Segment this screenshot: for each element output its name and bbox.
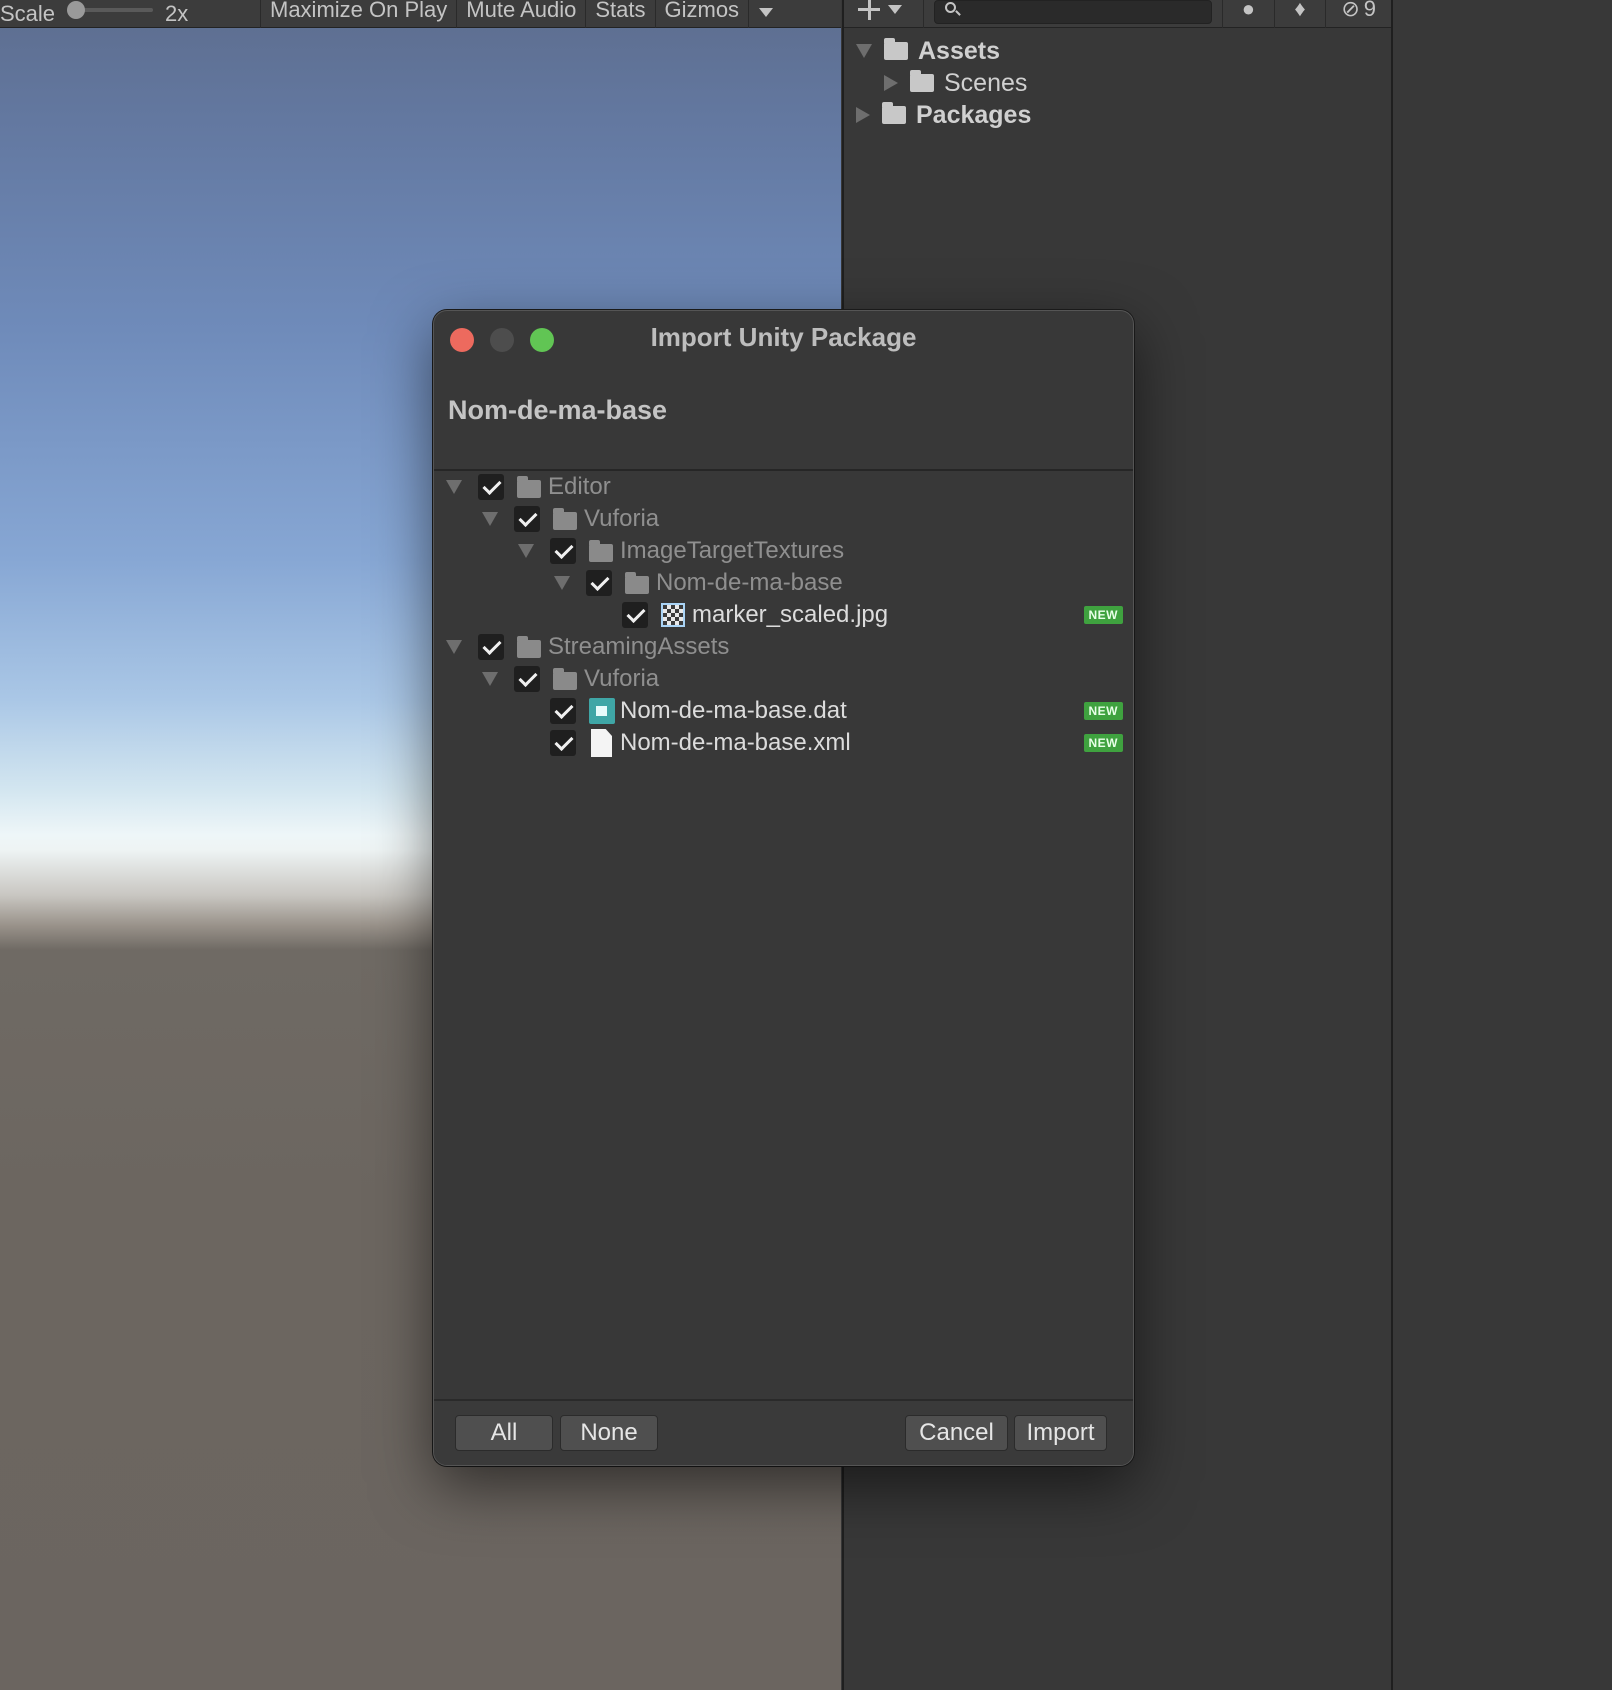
maximize-on-play-toggle[interactable]: Maximize On Play bbox=[260, 0, 456, 28]
chevron-down-icon bbox=[888, 5, 902, 14]
expand-arrow-icon[interactable] bbox=[482, 512, 498, 526]
item-checkbox[interactable] bbox=[586, 570, 612, 596]
tree-item-label: Nom-de-ma-base.xml bbox=[620, 729, 851, 756]
document-file-icon bbox=[591, 729, 612, 757]
expand-arrow-icon[interactable] bbox=[856, 44, 872, 58]
item-checkbox[interactable] bbox=[550, 730, 576, 756]
package-tree-item-streamingassets: StreamingAssets bbox=[434, 631, 1133, 663]
project-tree-item-scenes[interactable]: Scenes bbox=[884, 67, 1027, 99]
scale-control[interactable]: Scale 2x bbox=[0, 0, 260, 28]
folder-open-icon bbox=[884, 38, 908, 60]
video-file-icon bbox=[589, 698, 615, 724]
package-tree-item-imagetargettextures: ImageTargetTextures bbox=[434, 535, 1133, 567]
mute-audio-toggle[interactable]: Mute Audio bbox=[456, 0, 585, 28]
eye-slash-icon: ⊘ bbox=[1341, 0, 1360, 21]
project-toolbar: ● ♦ ⊘ 9 bbox=[844, 0, 1391, 28]
folder-icon bbox=[625, 572, 649, 594]
folder-icon bbox=[553, 668, 577, 690]
game-view-toolbar: Scale 2x Maximize On Play Mute Audio Sta… bbox=[0, 0, 841, 28]
item-checkbox[interactable] bbox=[622, 602, 648, 628]
new-badge: NEW bbox=[1083, 606, 1123, 624]
folder-icon bbox=[517, 636, 541, 658]
scale-label: Scale bbox=[0, 0, 56, 26]
item-checkbox[interactable] bbox=[478, 474, 504, 500]
package-tree-item-editor: Editor bbox=[434, 471, 1133, 503]
package-tree-item-nom-de-ma-base-dat: Nom-de-ma-base.dat NEW bbox=[434, 695, 1133, 727]
create-asset-button[interactable] bbox=[844, 0, 924, 28]
select-none-button[interactable]: None bbox=[560, 1415, 658, 1451]
search-icon bbox=[944, 1, 956, 13]
tree-item-label: Nom-de-ma-base.dat bbox=[620, 697, 847, 724]
expand-arrow-icon[interactable] bbox=[482, 672, 498, 686]
import-unity-package-dialog: Import Unity Package Nom-de-ma-base Edit… bbox=[433, 310, 1134, 1466]
expand-arrow-icon[interactable] bbox=[446, 640, 462, 654]
collapse-arrow-icon[interactable] bbox=[856, 107, 870, 123]
project-tree-item-assets[interactable]: Assets bbox=[856, 35, 1000, 67]
dialog-footer: All None Cancel Import bbox=[434, 1399, 1133, 1465]
hidden-packages-count: 9 bbox=[1363, 0, 1377, 21]
scale-value: 2x bbox=[165, 0, 189, 26]
package-tree-item-nom-de-ma-base-xml: Nom-de-ma-base.xml NEW bbox=[434, 727, 1133, 759]
package-tree-item-nom-de-ma-base: Nom-de-ma-base bbox=[434, 567, 1133, 599]
tree-item-label: Vuforia bbox=[584, 665, 660, 692]
package-tree-item-vuforia: Vuforia bbox=[434, 503, 1133, 535]
item-checkbox[interactable] bbox=[514, 506, 540, 532]
folder-icon bbox=[589, 540, 613, 562]
expand-arrow-icon[interactable] bbox=[446, 480, 462, 494]
package-tree-item-vuforia-2: Vuforia bbox=[434, 663, 1133, 695]
expand-arrow-icon[interactable] bbox=[518, 544, 534, 558]
dialog-header: Nom-de-ma-base bbox=[434, 365, 1133, 481]
search-by-type-button[interactable]: ● bbox=[1221, 0, 1274, 28]
tree-item-label: ImageTargetTextures bbox=[620, 537, 845, 564]
search-by-label-button[interactable]: ♦ bbox=[1273, 0, 1326, 28]
tree-item-label: Editor bbox=[548, 473, 611, 500]
folder-icon bbox=[517, 476, 541, 498]
shapes-icon: ● bbox=[1241, 0, 1255, 21]
texture-image-icon bbox=[661, 603, 685, 627]
dialog-titlebar[interactable]: Import Unity Package bbox=[434, 311, 1133, 365]
stats-toggle[interactable]: Stats bbox=[585, 0, 654, 28]
tree-item-label: StreamingAssets bbox=[548, 633, 730, 660]
tree-item-label: Vuforia bbox=[584, 505, 660, 532]
item-checkbox[interactable] bbox=[550, 698, 576, 724]
folder-icon bbox=[553, 508, 577, 530]
tree-item-label: marker_scaled.jpg bbox=[692, 601, 889, 628]
plus-icon bbox=[858, 0, 880, 20]
folder-icon bbox=[910, 70, 934, 92]
tree-item-label: Assets bbox=[918, 36, 1000, 65]
scale-slider[interactable] bbox=[67, 0, 154, 19]
project-tree-item-packages[interactable]: Packages bbox=[856, 99, 1031, 131]
hidden-packages-button[interactable]: ⊘ 9 bbox=[1325, 0, 1391, 28]
folder-icon bbox=[882, 102, 906, 124]
item-checkbox[interactable] bbox=[514, 666, 540, 692]
chevron-down-icon bbox=[759, 7, 774, 17]
tree-item-label: Packages bbox=[916, 100, 1032, 129]
tag-icon: ♦ bbox=[1294, 0, 1306, 21]
import-button[interactable]: Import bbox=[1014, 1415, 1107, 1451]
collapse-arrow-icon[interactable] bbox=[884, 75, 898, 91]
tree-item-label: Scenes bbox=[944, 68, 1028, 97]
item-checkbox[interactable] bbox=[550, 538, 576, 564]
package-tree-item-marker-scaled-jpg: marker_scaled.jpg NEW bbox=[434, 599, 1133, 631]
tree-item-label: Nom-de-ma-base bbox=[656, 569, 843, 596]
gizmos-toggle[interactable]: Gizmos bbox=[654, 0, 749, 28]
cancel-button[interactable]: Cancel bbox=[905, 1415, 1008, 1451]
project-search-input[interactable] bbox=[933, 0, 1212, 24]
gizmos-dropdown[interactable] bbox=[748, 0, 783, 28]
new-badge: NEW bbox=[1083, 734, 1123, 752]
dialog-title: Import Unity Package bbox=[650, 322, 917, 352]
expand-arrow-icon[interactable] bbox=[554, 576, 570, 590]
select-all-button[interactable]: All bbox=[455, 1415, 553, 1451]
package-name: Nom-de-ma-base bbox=[448, 395, 668, 425]
item-checkbox[interactable] bbox=[478, 634, 504, 660]
scale-slider-handle[interactable] bbox=[67, 0, 86, 19]
new-badge: NEW bbox=[1083, 702, 1123, 720]
